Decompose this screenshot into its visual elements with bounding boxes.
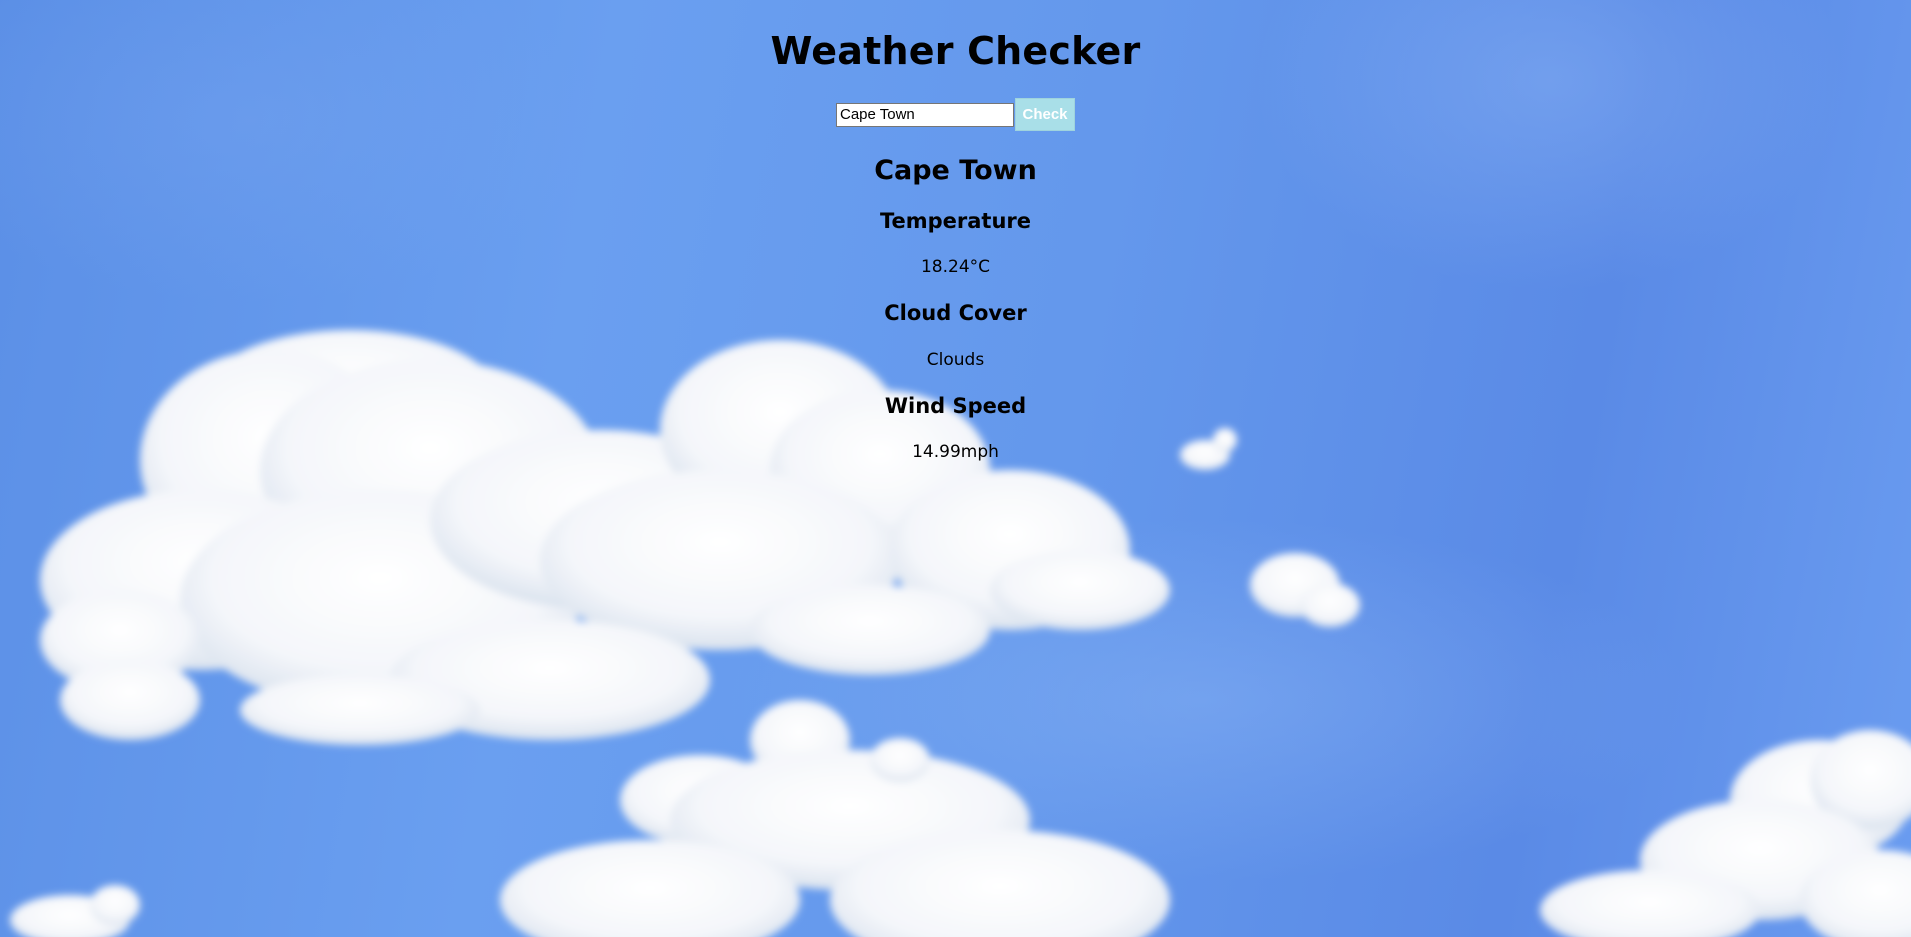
check-button[interactable]: Check xyxy=(1015,98,1075,131)
city-name: Cape Town xyxy=(874,155,1037,186)
temperature-heading: Temperature xyxy=(879,209,1032,233)
temperature-value: 18.24°C xyxy=(920,257,991,277)
cloud-cover-value: Clouds xyxy=(926,350,985,370)
cloud-cover-heading: Cloud Cover xyxy=(884,301,1027,325)
page-title: Weather Checker xyxy=(770,29,1141,73)
wind-speed-heading: Wind Speed xyxy=(884,394,1027,418)
wind-speed-value: 14.99mph xyxy=(912,442,999,462)
search-form: Check xyxy=(0,98,1911,131)
city-search-input[interactable] xyxy=(836,102,1014,127)
main-content: Weather Checker Check Cape Town Temperat… xyxy=(0,0,1911,463)
